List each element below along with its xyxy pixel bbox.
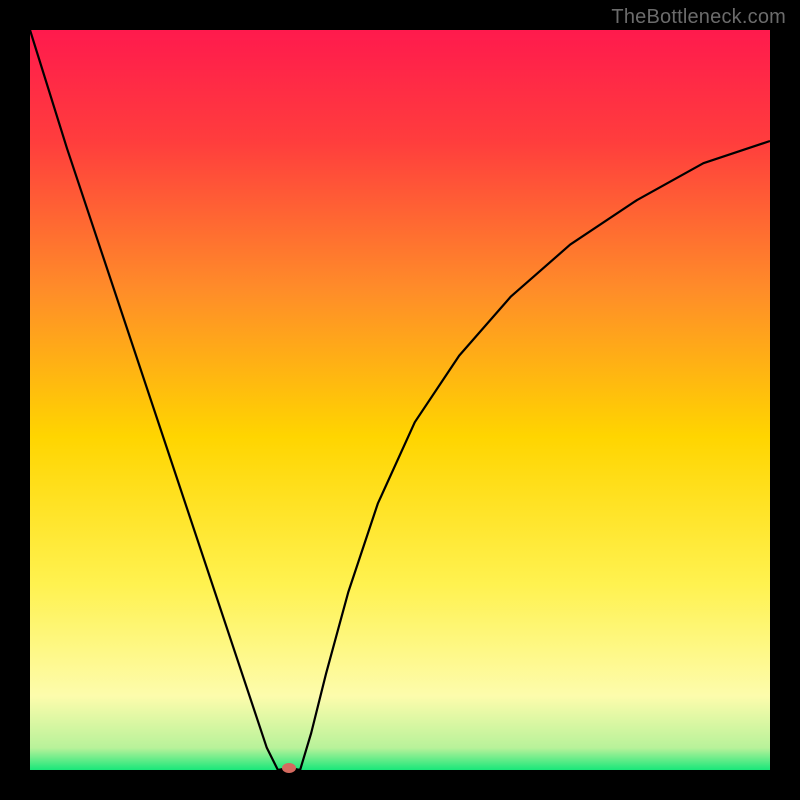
minimum-marker xyxy=(282,763,296,773)
watermark-text: TheBottleneck.com xyxy=(611,6,786,29)
bottleneck-curve xyxy=(30,30,770,770)
chart-frame: TheBottleneck.com xyxy=(0,0,800,800)
curve-path xyxy=(30,30,770,770)
